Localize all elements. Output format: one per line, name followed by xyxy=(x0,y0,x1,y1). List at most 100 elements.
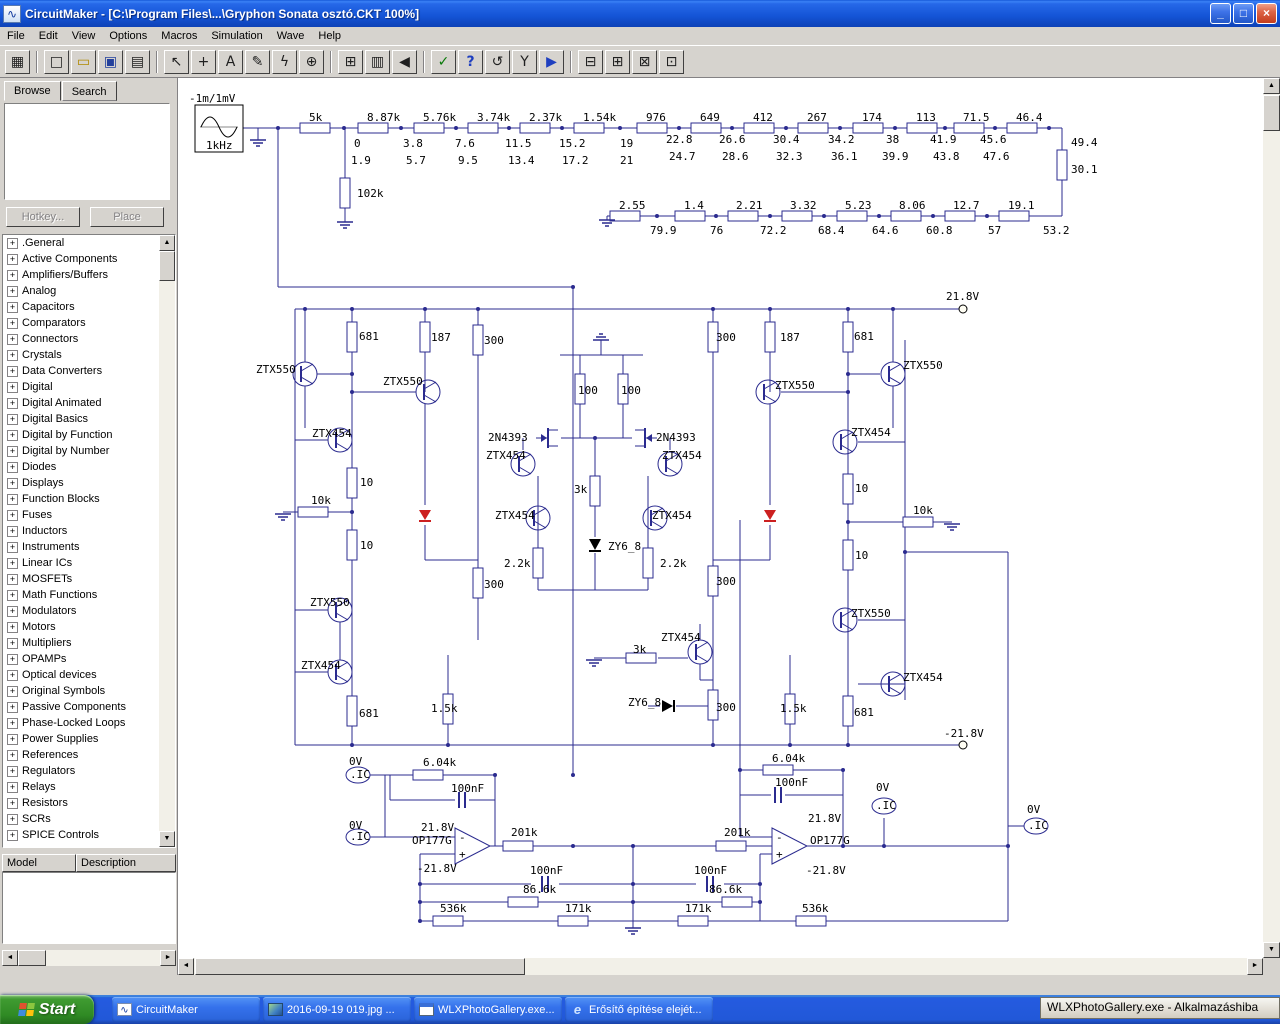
resistor[interactable] xyxy=(339,177,351,209)
tree-item-references[interactable]: + References xyxy=(3,747,159,763)
tree-item-capacitors[interactable]: + Capacitors xyxy=(3,299,159,315)
ic-flag[interactable]: .IC xyxy=(1023,817,1049,835)
resistor[interactable] xyxy=(519,122,551,134)
resistor[interactable] xyxy=(502,840,534,852)
expand-plus-icon[interactable]: + xyxy=(7,797,18,809)
tree-item-multipliers[interactable]: + Multipliers xyxy=(3,635,159,651)
tree-item-opamps[interactable]: + OPAMPs xyxy=(3,651,159,667)
tree-item-spice-controls[interactable]: + SPICE Controls xyxy=(3,827,159,843)
scroll-down-icon[interactable]: ▼ xyxy=(159,831,175,847)
expand-plus-icon[interactable]: + xyxy=(7,749,18,761)
tab-search[interactable]: Search xyxy=(61,81,117,101)
maximize-button[interactable]: □ xyxy=(1233,3,1254,24)
resistor[interactable] xyxy=(842,473,854,505)
expand-plus-icon[interactable]: + xyxy=(7,669,18,681)
simulation-check-button[interactable]: ✓ xyxy=(431,49,456,74)
expand-plus-icon[interactable]: + xyxy=(7,253,18,265)
expand-plus-icon[interactable]: + xyxy=(7,429,18,441)
resistor[interactable] xyxy=(906,122,938,134)
resistor[interactable] xyxy=(690,122,722,134)
expand-plus-icon[interactable]: + xyxy=(7,349,18,361)
resistor[interactable] xyxy=(507,896,539,908)
speaker-button[interactable]: ◀ xyxy=(392,49,417,74)
resistor[interactable] xyxy=(677,915,709,927)
menu-help[interactable]: Help xyxy=(311,28,348,44)
tree-item-modulators[interactable]: + Modulators xyxy=(3,603,159,619)
resistor[interactable] xyxy=(781,210,813,222)
expand-plus-icon[interactable]: + xyxy=(7,621,18,633)
split-view-button[interactable]: ▥ xyxy=(365,49,390,74)
resistor[interactable] xyxy=(902,516,934,528)
expand-plus-icon[interactable]: + xyxy=(7,493,18,505)
resistor[interactable] xyxy=(346,695,358,727)
resistor[interactable] xyxy=(642,547,654,579)
resistor[interactable] xyxy=(472,324,484,356)
scroll-left-icon[interactable]: ◄ xyxy=(2,950,18,966)
expand-plus-icon[interactable]: + xyxy=(7,605,18,617)
digital-display-button[interactable]: ⊟ xyxy=(578,49,603,74)
tree-item-connectors[interactable]: + Connectors xyxy=(3,331,159,347)
expand-plus-icon[interactable]: + xyxy=(7,717,18,729)
expand-plus-icon[interactable]: + xyxy=(7,445,18,457)
tree-item-motors[interactable]: + Motors xyxy=(3,619,159,635)
analysis-button[interactable]: ⊠ xyxy=(632,49,657,74)
scroll-down-icon[interactable]: ▼ xyxy=(1263,942,1280,958)
resistor[interactable] xyxy=(357,122,389,134)
expand-plus-icon[interactable]: + xyxy=(7,557,18,569)
resistor[interactable] xyxy=(944,210,976,222)
tree-item-digital-basics[interactable]: + Digital Basics xyxy=(3,411,159,427)
expand-plus-icon[interactable]: + xyxy=(7,333,18,345)
waveforms-button[interactable]: ⊞ xyxy=(605,49,630,74)
expand-plus-icon[interactable]: + xyxy=(7,733,18,745)
menu-view[interactable]: View xyxy=(65,28,103,44)
tree-item-diodes[interactable]: + Diodes xyxy=(3,459,159,475)
expand-plus-icon[interactable]: + xyxy=(7,813,18,825)
scroll-thumb[interactable] xyxy=(159,251,175,281)
menu-file[interactable]: File xyxy=(0,28,32,44)
expand-plus-icon[interactable]: + xyxy=(7,781,18,793)
tree-item-math-functions[interactable]: + Math Functions xyxy=(3,587,159,603)
resistor[interactable] xyxy=(842,539,854,571)
new-button[interactable]: □ xyxy=(44,49,69,74)
scroll-thumb[interactable] xyxy=(1263,95,1280,131)
resistor[interactable] xyxy=(412,769,444,781)
expand-plus-icon[interactable]: + xyxy=(7,285,18,297)
tree-item-scrs[interactable]: + SCRs xyxy=(3,811,159,827)
tree-item-analog[interactable]: + Analog xyxy=(3,283,159,299)
menu-wave[interactable]: Wave xyxy=(270,28,312,44)
resistor[interactable] xyxy=(743,122,775,134)
tree-item-passive-components[interactable]: + Passive Components xyxy=(3,699,159,715)
close-button[interactable]: × xyxy=(1256,3,1277,24)
scroll-up-icon[interactable]: ▲ xyxy=(1263,78,1280,94)
tree-item-fuses[interactable]: + Fuses xyxy=(3,507,159,523)
canvas-vscrollbar[interactable]: ▲ ▼ xyxy=(1263,78,1280,958)
schematic-canvas[interactable]: - + - + .IC .IC .IC .IC -1m/1mV 1kHz 5k 8.87k 5.76k 3… xyxy=(178,78,1280,975)
diode-red[interactable] xyxy=(419,510,431,522)
resistor[interactable] xyxy=(842,321,854,353)
resistor[interactable] xyxy=(532,547,544,579)
jfet[interactable] xyxy=(635,428,657,448)
zener-diode[interactable] xyxy=(589,539,601,552)
tree-item-optical-devices[interactable]: + Optical devices xyxy=(3,667,159,683)
task-button-wlxphotogallery-exe[interactable]: WLXPhotoGallery.exe... xyxy=(414,997,562,1022)
resistor[interactable] xyxy=(727,210,759,222)
resistor[interactable] xyxy=(589,475,601,507)
scroll-right-icon[interactable]: ► xyxy=(1247,958,1263,975)
opamp[interactable]: -+ xyxy=(771,827,809,865)
resistor[interactable] xyxy=(346,321,358,353)
resistor[interactable] xyxy=(1056,149,1068,181)
expand-plus-icon[interactable]: + xyxy=(7,397,18,409)
tree-item-comparators[interactable]: + Comparators xyxy=(3,315,159,331)
tree-item-digital-by-number[interactable]: + Digital by Number xyxy=(3,443,159,459)
menu-options[interactable]: Options xyxy=(102,28,154,44)
capacitor[interactable] xyxy=(774,787,782,803)
tree-scrollbar[interactable]: ▲ ▼ xyxy=(159,235,175,847)
resistor[interactable] xyxy=(890,210,922,222)
tree-item-phase-locked-loops[interactable]: + Phase-Locked Loops xyxy=(3,715,159,731)
expand-plus-icon[interactable]: + xyxy=(7,637,18,649)
resistor[interactable] xyxy=(346,467,358,499)
help-button[interactable]: ? xyxy=(458,49,483,74)
expand-plus-icon[interactable]: + xyxy=(7,685,18,697)
canvas-hscrollbar[interactable]: ◄ ► xyxy=(178,958,1263,975)
scroll-thumb[interactable] xyxy=(195,958,525,975)
